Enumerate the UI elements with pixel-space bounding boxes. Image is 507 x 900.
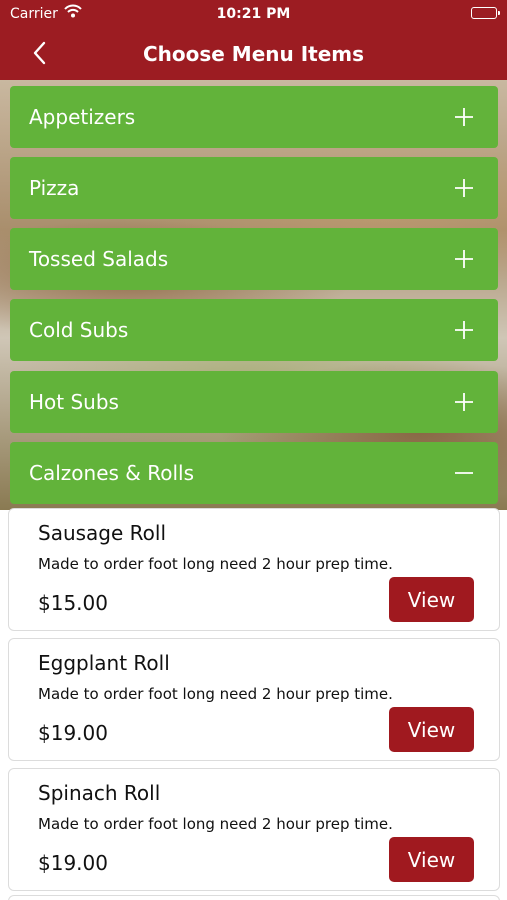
item-description: Made to order foot long need 2 hour prep… (38, 555, 393, 573)
item-name: Eggplant Roll (38, 651, 170, 675)
item-price: $19.00 (38, 851, 108, 875)
category-calzones-rolls[interactable]: Calzones & Rolls (10, 442, 498, 504)
item-price: $15.00 (38, 591, 108, 615)
battery-icon (471, 7, 500, 19)
category-label: Tossed Salads (29, 247, 169, 271)
status-bar: Carrier 10:21 PM (0, 0, 507, 28)
category-pizza[interactable]: Pizza (10, 157, 498, 219)
nav-bar: Choose Menu Items (0, 28, 507, 80)
view-button[interactable]: View (389, 837, 474, 882)
view-button[interactable]: View (389, 707, 474, 752)
next-card-edge (8, 895, 500, 900)
category-tossed-salads[interactable]: Tossed Salads (10, 228, 498, 290)
item-price: $19.00 (38, 721, 108, 745)
category-cold-subs[interactable]: Cold Subs (10, 299, 498, 361)
page-title: Choose Menu Items (142, 42, 365, 66)
plus-icon (454, 107, 474, 127)
menu-item-card: Spinach Roll Made to order foot long nee… (8, 768, 500, 891)
plus-icon (454, 178, 474, 198)
status-time: 10:21 PM (216, 6, 291, 22)
plus-icon (454, 320, 474, 340)
item-name: Spinach Roll (38, 781, 161, 805)
category-label: Calzones & Rolls (29, 461, 194, 485)
menu-item-card: Sausage Roll Made to order foot long nee… (8, 508, 500, 631)
menu-item-card: Eggplant Roll Made to order foot long ne… (8, 638, 500, 761)
view-button[interactable]: View (389, 577, 474, 622)
category-label: Appetizers (29, 105, 136, 129)
plus-icon (454, 249, 474, 269)
item-description: Made to order foot long need 2 hour prep… (38, 685, 393, 703)
category-hot-subs[interactable]: Hot Subs (10, 371, 498, 433)
minus-icon (454, 463, 474, 483)
plus-icon (454, 392, 474, 412)
category-label: Pizza (29, 176, 80, 200)
category-label: Cold Subs (29, 318, 129, 342)
category-label: Hot Subs (29, 390, 119, 414)
category-appetizers[interactable]: Appetizers (10, 86, 498, 148)
item-name: Sausage Roll (38, 521, 167, 545)
item-description: Made to order foot long need 2 hour prep… (38, 815, 393, 833)
